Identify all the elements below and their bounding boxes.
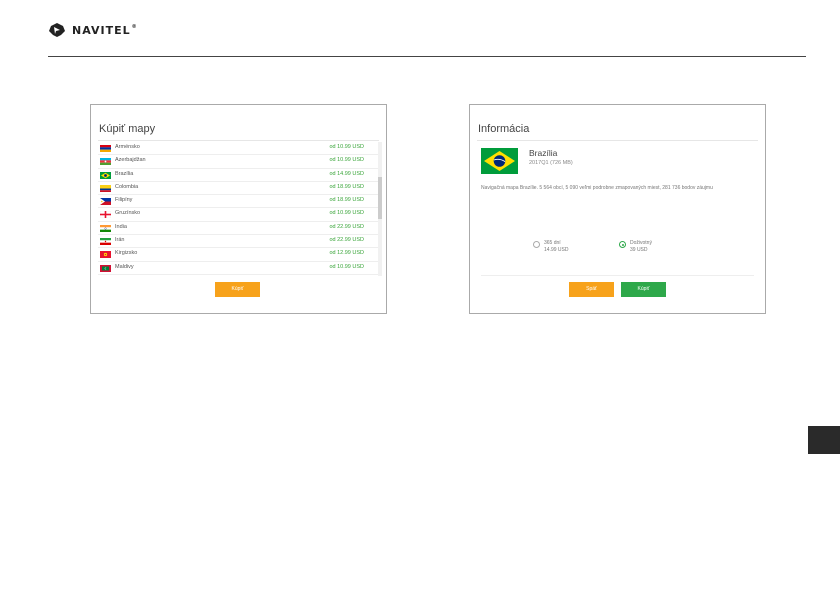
map-price: od 10.99 USD [329,144,364,150]
map-list: Arménsko od 10.99 USD Azerbajdžan od 10.… [98,142,378,276]
map-name: Brazília [115,170,134,177]
navitel-logo: NAVITEL® [48,22,138,38]
option-price: 14.99 USD [544,246,569,253]
buy-maps-title: Kúpiť mapy [99,123,156,135]
map-name: Kirgizsko [115,250,138,257]
license-option-lifetime[interactable]: Doživotný 39 USD [619,240,652,253]
kyrgyzstan-flag-icon [100,251,111,259]
map-price: od 18.99 USD [329,197,364,204]
map-list-item[interactable]: Filipíny od 18.99 USD [98,195,378,209]
map-list-item[interactable]: Colombia od 18.99 USD [98,182,378,196]
map-name: Azerbajdžan [115,157,146,164]
map-list-item[interactable]: Irán od 22.99 USD [98,235,378,249]
brazil-flag-icon [481,148,518,174]
page-section-tab [808,426,840,454]
options-divider [481,275,754,276]
map-price: od 18.99 USD [329,183,364,190]
map-list-item[interactable]: Kirgizsko od 12.99 USD [98,248,378,262]
map-list-item[interactable]: Arménsko od 10.99 USD [98,142,378,156]
maldives-flag-icon [100,264,111,272]
map-list-item[interactable]: Gruzínsko od 10.99 USD [98,208,378,222]
georgia-flag-icon [100,211,111,219]
map-version: 2017Q1 (726 MB) [529,160,573,166]
india-flag-icon [100,224,111,232]
map-description: Navigačná mapa Brazílie. 5 564 obcí, 5 0… [481,185,713,191]
info-panel: Informácia Brazília 2017Q1 (726 MB) Navi… [469,104,766,314]
info-title: Informácia [478,123,530,135]
map-price: od 10.99 USD [329,210,364,217]
scrollbar-thumb[interactable] [378,177,382,219]
colombia-flag-icon [100,184,111,192]
map-name: Arménsko [115,144,140,150]
navitel-emblem-icon [49,23,65,37]
license-option-365-days[interactable]: 365 dní 14.99 USD [533,240,568,253]
country-name: Brazília [529,148,558,158]
map-price: od 22.99 USD [329,223,364,230]
buy-button[interactable]: Kúpiť [215,282,260,297]
map-list-item[interactable]: India od 22.99 USD [98,222,378,236]
title-divider [477,140,758,141]
header-divider [48,56,806,57]
radio-button[interactable] [533,241,540,248]
map-list-item[interactable]: Azerbajdžan od 10.99 USD [98,155,378,169]
option-label: 365 dní 14.99 USD [544,240,568,253]
option-price: 39 USD [630,246,648,253]
map-name: Filipíny [115,197,133,204]
map-name: Gruzínsko [115,210,141,217]
back-button[interactable]: Späť [569,282,614,297]
map-price: od 10.99 USD [329,157,364,164]
map-list-item[interactable]: Brazília od 14.99 USD [98,169,378,182]
radio-button-selected[interactable] [619,241,626,248]
map-name: India [115,223,127,230]
brazil-flag-icon [100,171,111,179]
map-name: Irán [115,237,125,244]
option-duration: Doživotný [630,240,652,246]
iran-flag-icon [100,238,111,246]
map-name: Colombia [115,183,139,190]
buy-maps-panel: Kúpiť mapy Arménsko od 10.99 USD Azerbaj… [90,104,387,314]
map-price: od 14.99 USD [329,170,364,177]
azerbaijan-flag-icon [100,158,111,166]
map-price: od 12.99 USD [329,250,364,257]
map-price: od 10.99 USD [329,263,364,270]
map-list-item[interactable]: Maldivy od 10.99 USD [98,262,378,275]
buy-button[interactable]: Kúpiť [621,282,666,297]
philippines-flag-icon [100,198,111,206]
map-price: od 22.99 USD [329,237,364,244]
map-list-scrollbar[interactable] [378,142,382,276]
title-divider [98,140,379,141]
option-label: Doživotný 39 USD [630,240,652,253]
map-name: Maldivy [115,263,134,270]
armenia-flag-icon [100,145,111,152]
brand-name: NAVITEL® [72,23,138,37]
